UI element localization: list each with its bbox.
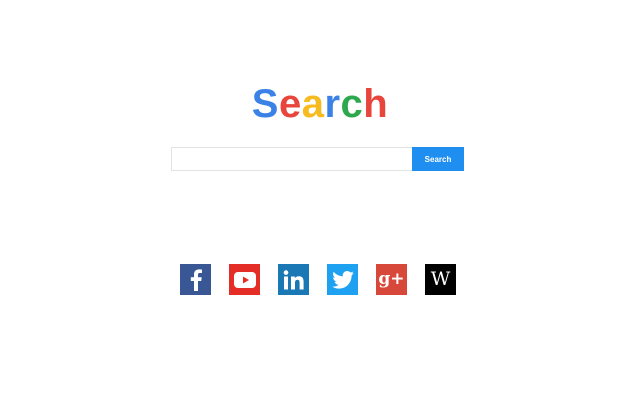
- search-input[interactable]: [171, 147, 412, 171]
- facebook-icon: [189, 268, 203, 291]
- social-links: g+ W: [180, 264, 456, 295]
- search-bar: Search: [171, 147, 464, 171]
- twitter-link[interactable]: [327, 264, 358, 295]
- logo-letter: a: [301, 82, 325, 126]
- logo-letter: S: [251, 82, 279, 126]
- wikipedia-icon: W: [430, 268, 451, 290]
- google-plus-link[interactable]: g+: [376, 264, 407, 295]
- logo-letter: e: [278, 82, 302, 126]
- wikipedia-link[interactable]: W: [425, 264, 456, 295]
- facebook-link[interactable]: [180, 264, 211, 295]
- youtube-icon: [233, 271, 256, 288]
- search-button[interactable]: Search: [412, 147, 464, 171]
- youtube-link[interactable]: [229, 264, 260, 295]
- google-plus-icon: g+: [378, 269, 405, 289]
- logo-letter: h: [363, 82, 389, 126]
- linkedin-link[interactable]: [278, 264, 309, 295]
- twitter-icon: [331, 270, 354, 289]
- search-logo: Search: [0, 82, 640, 126]
- logo-letter: r: [324, 82, 341, 126]
- logo-letter: c: [340, 82, 364, 126]
- linkedin-icon: [283, 269, 305, 290]
